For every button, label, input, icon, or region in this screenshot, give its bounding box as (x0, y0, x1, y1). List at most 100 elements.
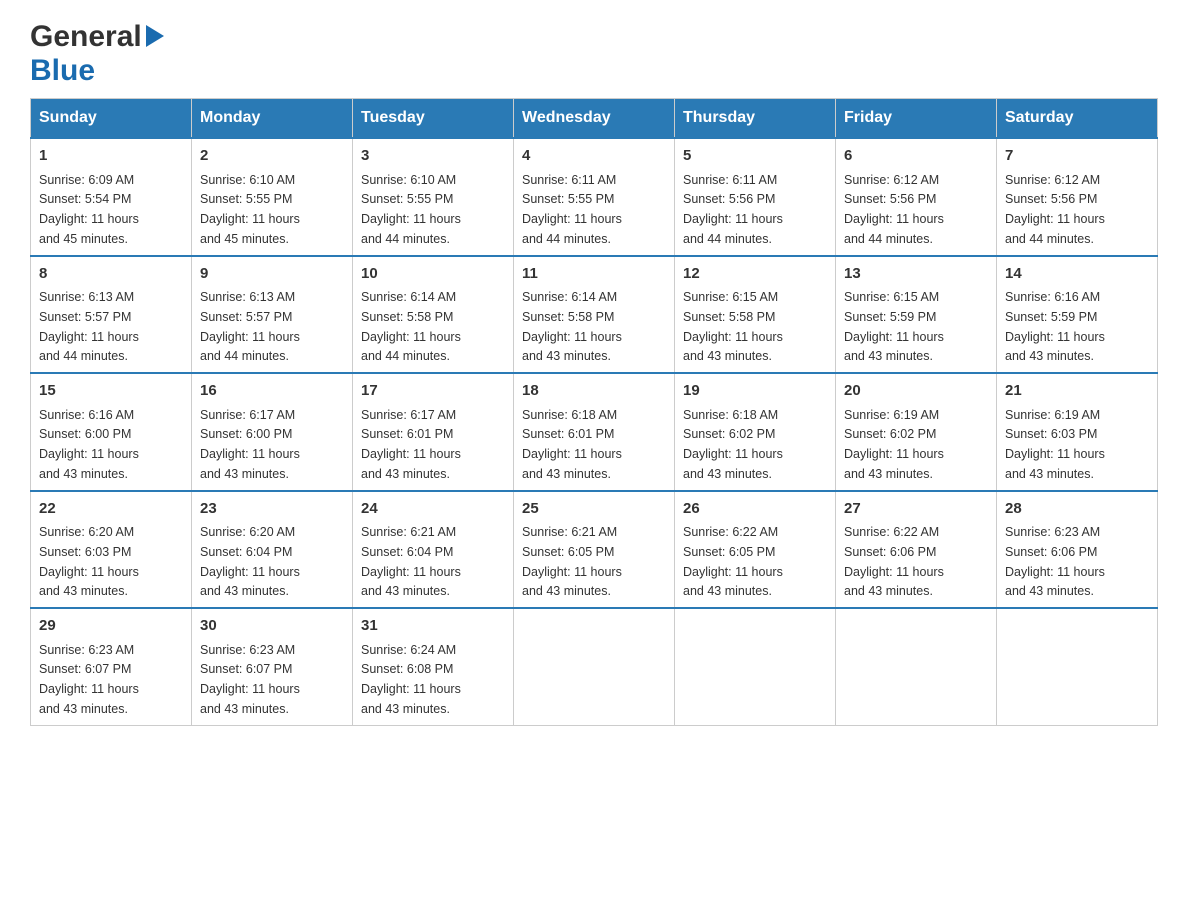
calendar-day-cell: 18 Sunrise: 6:18 AM Sunset: 6:01 PM Dayli… (514, 373, 675, 491)
calendar-day-cell: 27 Sunrise: 6:22 AM Sunset: 6:06 PM Dayli… (836, 491, 997, 609)
calendar-table: SundayMondayTuesdayWednesdayThursdayFrid… (30, 98, 1158, 726)
day-info: Sunrise: 6:18 AM Sunset: 6:02 PM Dayligh… (683, 408, 783, 481)
day-info: Sunrise: 6:13 AM Sunset: 5:57 PM Dayligh… (200, 290, 300, 363)
calendar-day-cell: 31 Sunrise: 6:24 AM Sunset: 6:08 PM Dayli… (353, 608, 514, 725)
day-number: 15 (39, 380, 183, 403)
calendar-day-cell: 14 Sunrise: 6:16 AM Sunset: 5:59 PM Dayli… (997, 256, 1158, 374)
day-info: Sunrise: 6:19 AM Sunset: 6:02 PM Dayligh… (844, 408, 944, 481)
day-info: Sunrise: 6:23 AM Sunset: 6:07 PM Dayligh… (39, 643, 139, 716)
calendar-week-row: 22 Sunrise: 6:20 AM Sunset: 6:03 PM Dayli… (31, 491, 1158, 609)
day-number: 6 (844, 145, 988, 168)
day-number: 3 (361, 145, 505, 168)
empty-cell (675, 608, 836, 725)
calendar-day-cell: 22 Sunrise: 6:20 AM Sunset: 6:03 PM Dayli… (31, 491, 192, 609)
weekday-header-friday: Friday (836, 99, 997, 139)
calendar-day-cell: 17 Sunrise: 6:17 AM Sunset: 6:01 PM Dayli… (353, 373, 514, 491)
day-info: Sunrise: 6:14 AM Sunset: 5:58 PM Dayligh… (361, 290, 461, 363)
day-info: Sunrise: 6:14 AM Sunset: 5:58 PM Dayligh… (522, 290, 622, 363)
calendar-day-cell: 6 Sunrise: 6:12 AM Sunset: 5:56 PM Daylig… (836, 138, 997, 256)
day-info: Sunrise: 6:22 AM Sunset: 6:06 PM Dayligh… (844, 525, 944, 598)
day-info: Sunrise: 6:22 AM Sunset: 6:05 PM Dayligh… (683, 525, 783, 598)
calendar-week-row: 29 Sunrise: 6:23 AM Sunset: 6:07 PM Dayli… (31, 608, 1158, 725)
weekday-header-saturday: Saturday (997, 99, 1158, 139)
empty-cell (514, 608, 675, 725)
calendar-day-cell: 30Sunrise: 6:23 AM Sunset: 6:07 PM Dayli… (192, 608, 353, 725)
day-number: 17 (361, 380, 505, 403)
day-number: 23 (200, 498, 344, 521)
day-number: 22 (39, 498, 183, 521)
day-number: 24 (361, 498, 505, 521)
calendar-week-row: 1 Sunrise: 6:09 AM Sunset: 5:54 PM Daylig… (31, 138, 1158, 256)
page-header: General Blue (30, 20, 1158, 88)
calendar-day-cell: 4 Sunrise: 6:11 AM Sunset: 5:55 PM Daylig… (514, 138, 675, 256)
day-info: Sunrise: 6:10 AM Sunset: 5:55 PM Dayligh… (200, 173, 300, 246)
day-number: 21 (1005, 380, 1149, 403)
calendar-day-cell: 20 Sunrise: 6:19 AM Sunset: 6:02 PM Dayli… (836, 373, 997, 491)
day-info: Sunrise: 6:17 AM Sunset: 6:01 PM Dayligh… (361, 408, 461, 481)
day-number: 16 (200, 380, 344, 403)
day-info: Sunrise: 6:15 AM Sunset: 5:58 PM Dayligh… (683, 290, 783, 363)
day-info: Sunrise: 6:15 AM Sunset: 5:59 PM Dayligh… (844, 290, 944, 363)
day-number: 18 (522, 380, 666, 403)
empty-cell (997, 608, 1158, 725)
calendar-day-cell: 13 Sunrise: 6:15 AM Sunset: 5:59 PM Dayli… (836, 256, 997, 374)
calendar-day-cell: 10 Sunrise: 6:14 AM Sunset: 5:58 PM Dayli… (353, 256, 514, 374)
weekday-header-tuesday: Tuesday (353, 99, 514, 139)
day-info: Sunrise: 6:16 AM Sunset: 5:59 PM Dayligh… (1005, 290, 1105, 363)
day-info: Sunrise: 6:23 AM Sunset: 6:07 PM Dayligh… (200, 643, 300, 716)
day-info: Sunrise: 6:12 AM Sunset: 5:56 PM Dayligh… (844, 173, 944, 246)
day-number: 26 (683, 498, 827, 521)
day-number: 20 (844, 380, 988, 403)
logo-arrow-icon (146, 25, 164, 52)
calendar-day-cell: 7Sunrise: 6:12 AM Sunset: 5:56 PM Daylig… (997, 138, 1158, 256)
calendar-day-cell: 19 Sunrise: 6:18 AM Sunset: 6:02 PM Dayli… (675, 373, 836, 491)
day-info: Sunrise: 6:19 AM Sunset: 6:03 PM Dayligh… (1005, 408, 1105, 481)
calendar-day-cell: 21 Sunrise: 6:19 AM Sunset: 6:03 PM Dayli… (997, 373, 1158, 491)
day-number: 7 (1005, 145, 1149, 168)
day-number: 2 (200, 145, 344, 168)
weekday-header-sunday: Sunday (31, 99, 192, 139)
day-info: Sunrise: 6:20 AM Sunset: 6:04 PM Dayligh… (200, 525, 300, 598)
calendar-day-cell: 11 Sunrise: 6:14 AM Sunset: 5:58 PM Dayli… (514, 256, 675, 374)
day-number: 19 (683, 380, 827, 403)
day-number: 11 (522, 263, 666, 286)
weekday-header-monday: Monday (192, 99, 353, 139)
calendar-day-cell: 26 Sunrise: 6:22 AM Sunset: 6:05 PM Dayli… (675, 491, 836, 609)
day-info: Sunrise: 6:24 AM Sunset: 6:08 PM Dayligh… (361, 643, 461, 716)
day-info: Sunrise: 6:09 AM Sunset: 5:54 PM Dayligh… (39, 173, 139, 246)
calendar-day-cell: 24 Sunrise: 6:21 AM Sunset: 6:04 PM Dayli… (353, 491, 514, 609)
day-number: 29 (39, 615, 183, 638)
calendar-week-row: 8 Sunrise: 6:13 AM Sunset: 5:57 PM Daylig… (31, 256, 1158, 374)
day-number: 1 (39, 145, 183, 168)
calendar-day-cell: 5Sunrise: 6:11 AM Sunset: 5:56 PM Daylig… (675, 138, 836, 256)
day-info: Sunrise: 6:11 AM Sunset: 5:55 PM Dayligh… (522, 173, 622, 246)
day-info: Sunrise: 6:13 AM Sunset: 5:57 PM Dayligh… (39, 290, 139, 363)
day-number: 31 (361, 615, 505, 638)
day-number: 10 (361, 263, 505, 286)
day-info: Sunrise: 6:18 AM Sunset: 6:01 PM Dayligh… (522, 408, 622, 481)
day-number: 27 (844, 498, 988, 521)
day-number: 8 (39, 263, 183, 286)
empty-cell (836, 608, 997, 725)
calendar-day-cell: 2 Sunrise: 6:10 AM Sunset: 5:55 PM Daylig… (192, 138, 353, 256)
day-info: Sunrise: 6:21 AM Sunset: 6:04 PM Dayligh… (361, 525, 461, 598)
day-info: Sunrise: 6:11 AM Sunset: 5:56 PM Dayligh… (683, 173, 783, 246)
logo: General Blue (30, 20, 164, 88)
day-number: 28 (1005, 498, 1149, 521)
calendar-day-cell: 3Sunrise: 6:10 AM Sunset: 5:55 PM Daylig… (353, 138, 514, 256)
day-number: 13 (844, 263, 988, 286)
day-number: 25 (522, 498, 666, 521)
day-number: 12 (683, 263, 827, 286)
day-number: 4 (522, 145, 666, 168)
calendar-day-cell: 12 Sunrise: 6:15 AM Sunset: 5:58 PM Dayli… (675, 256, 836, 374)
calendar-day-cell: 28 Sunrise: 6:23 AM Sunset: 6:06 PM Dayli… (997, 491, 1158, 609)
day-info: Sunrise: 6:23 AM Sunset: 6:06 PM Dayligh… (1005, 525, 1105, 598)
day-info: Sunrise: 6:17 AM Sunset: 6:00 PM Dayligh… (200, 408, 300, 481)
day-info: Sunrise: 6:20 AM Sunset: 6:03 PM Dayligh… (39, 525, 139, 598)
calendar-day-cell: 9Sunrise: 6:13 AM Sunset: 5:57 PM Daylig… (192, 256, 353, 374)
calendar-day-cell: 16 Sunrise: 6:17 AM Sunset: 6:00 PM Dayli… (192, 373, 353, 491)
calendar-header-row: SundayMondayTuesdayWednesdayThursdayFrid… (31, 99, 1158, 139)
day-info: Sunrise: 6:16 AM Sunset: 6:00 PM Dayligh… (39, 408, 139, 481)
day-number: 14 (1005, 263, 1149, 286)
weekday-header-thursday: Thursday (675, 99, 836, 139)
